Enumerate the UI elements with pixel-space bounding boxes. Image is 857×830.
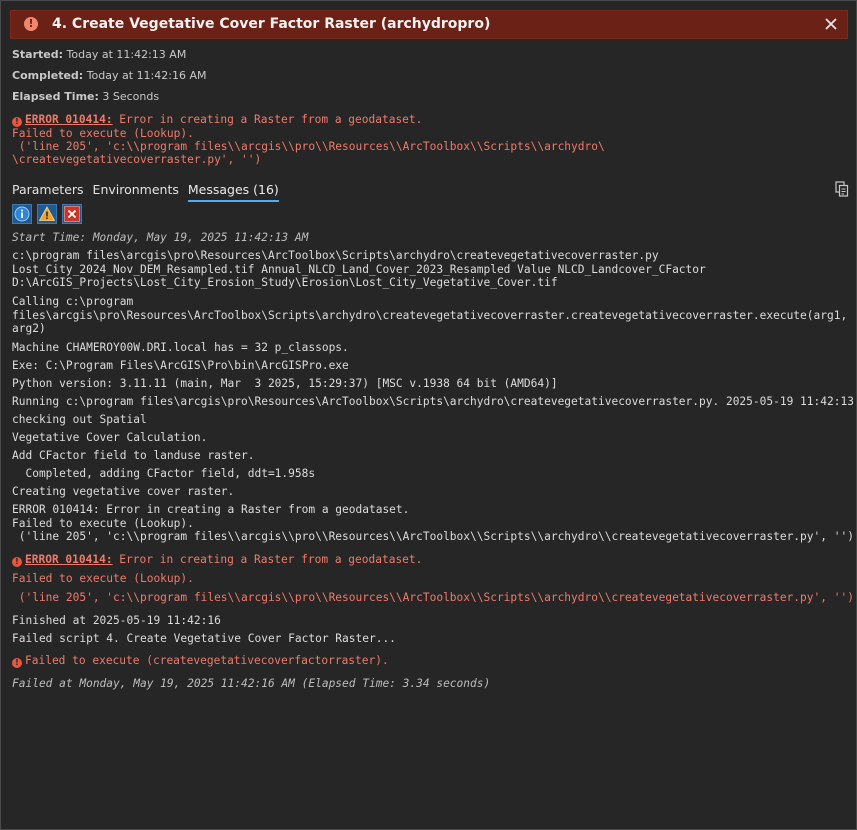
- elapsed-label: Elapsed Time:: [12, 90, 99, 103]
- error-message: ! ERROR 010414: Error in creating a Raste…: [12, 553, 422, 567]
- list-item: Machine CHAMEROY00W.DRI.local has = 32 p…: [12, 341, 349, 354]
- message-line: Lost_City_2024_Nov_DEM_Resampled.tif Ann…: [12, 262, 706, 276]
- error-icon: !: [12, 658, 22, 668]
- list-item: Running c:\program files\arcgis\pro\Reso…: [12, 395, 854, 408]
- elapsed-row: Elapsed Time: 3 Seconds: [12, 90, 159, 103]
- list-item: Failed script 4. Create Vegetative Cover…: [12, 632, 396, 645]
- message-line: c:\program files\arcgis\pro\Resources\Ar…: [12, 249, 659, 262]
- list-item: Exe: C:\Program Files\ArcGIS\Pro\bin\Arc…: [12, 359, 349, 372]
- list-item: Calling c:\program files\arcgis\pro\Reso…: [12, 295, 847, 336]
- list-item: c:\program files\arcgis\pro\Resources\Ar…: [12, 249, 706, 290]
- summary-error: ! ERROR 010414: Error in creating a Raste…: [12, 113, 605, 167]
- completed-label: Completed:: [12, 69, 84, 82]
- message-line: arg2): [12, 322, 46, 335]
- message-line: files\arcgis\pro\Resources\ArcToolbox\Sc…: [12, 308, 848, 322]
- started-label: Started:: [12, 48, 64, 61]
- end-time-message: Failed at Monday, May 19, 2025 11:42:16 …: [12, 677, 491, 690]
- copy-icon[interactable]: [835, 181, 849, 197]
- list-item: Finished at 2025-05-19 11:42:16: [12, 614, 221, 627]
- message-line: ('line 205', 'c:\\program files\\arcgis\…: [12, 530, 854, 543]
- error-message-line: ('line 205', 'c:\\program files\\arcgis\…: [12, 591, 854, 604]
- started-value: Today at 11:42:13 AM: [66, 48, 187, 61]
- message-line: Calling c:\program: [12, 295, 134, 308]
- error-filter-button[interactable]: [62, 204, 82, 224]
- message-line: Failed to execute (createvegetativecover…: [25, 654, 389, 667]
- message-line: ERROR 010414: Error in creating a Raster…: [12, 503, 410, 516]
- summary-error-line3: ('line 205', 'c:\\program files\\arcgis\…: [12, 140, 605, 154]
- list-item: Completed, adding CFactor field, ddt=1.9…: [12, 467, 316, 480]
- list-item: Python version: 3.11.11 (main, Mar 3 202…: [12, 377, 558, 390]
- list-item: ERROR 010414: Error in creating a Raster…: [12, 503, 854, 544]
- message-line: Error in creating a Raster from a geodat…: [112, 553, 423, 566]
- completed-row: Completed: Today at 11:42:16 AM: [12, 69, 206, 82]
- list-item: Add CFactor field to landuse raster.: [12, 449, 255, 462]
- elapsed-value: 3 Seconds: [102, 90, 160, 103]
- summary-error-line4: \createvegetativecoverraster.py', ''): [12, 153, 262, 167]
- message-line: D:\ArcGIS_Projects\Lost_City_Erosion_Stu…: [12, 276, 558, 289]
- tab-environments[interactable]: Environments: [93, 182, 179, 200]
- title-bar: ! 4. Create Vegetative Cover Factor Rast…: [10, 10, 848, 39]
- message-line: Failed to execute (Lookup).: [12, 516, 194, 530]
- started-row: Started: Today at 11:42:13 AM: [12, 48, 186, 61]
- tab-parameters[interactable]: Parameters: [12, 182, 84, 200]
- error-code-link[interactable]: ERROR 010414:: [25, 553, 113, 566]
- tab-messages[interactable]: Messages (16): [187, 182, 279, 202]
- error-code-link[interactable]: ERROR 010414:: [25, 113, 113, 126]
- geoprocessing-details-panel: ! 4. Create Vegetative Cover Factor Rast…: [0, 0, 857, 830]
- completed-value: Today at 11:42:16 AM: [86, 69, 207, 82]
- warning-filter-button[interactable]: [37, 204, 57, 224]
- tab-bar: Parameters Environments Messages (16): [12, 179, 288, 202]
- list-item: Creating vegetative cover raster.: [12, 485, 235, 498]
- copy-icon-glyph: [835, 181, 849, 197]
- error-icon: !: [24, 17, 38, 31]
- summary-error-text: Error in creating a Raster from a geodat…: [112, 113, 423, 126]
- start-time-message: Start Time: Monday, May 19, 2025 11:42:1…: [12, 231, 309, 244]
- list-item: Vegetative Cover Calculation.: [12, 431, 208, 444]
- info-filter-button[interactable]: [12, 204, 32, 224]
- list-item: checking out Spatial: [12, 413, 147, 426]
- close-button[interactable]: [821, 14, 841, 34]
- error-icon: !: [12, 117, 22, 127]
- warning-icon: [38, 206, 56, 221]
- info-icon: [14, 206, 30, 222]
- error-message: ! Failed to execute (createvegetativecove…: [12, 654, 389, 668]
- error-icon: [64, 206, 80, 222]
- error-message-line: Failed to execute (Lookup).: [12, 572, 194, 585]
- close-icon: [825, 18, 837, 30]
- window-title: 4. Create Vegetative Cover Factor Raster…: [52, 16, 491, 32]
- summary-error-line2: Failed to execute (Lookup).: [12, 127, 194, 140]
- error-icon: !: [12, 557, 22, 567]
